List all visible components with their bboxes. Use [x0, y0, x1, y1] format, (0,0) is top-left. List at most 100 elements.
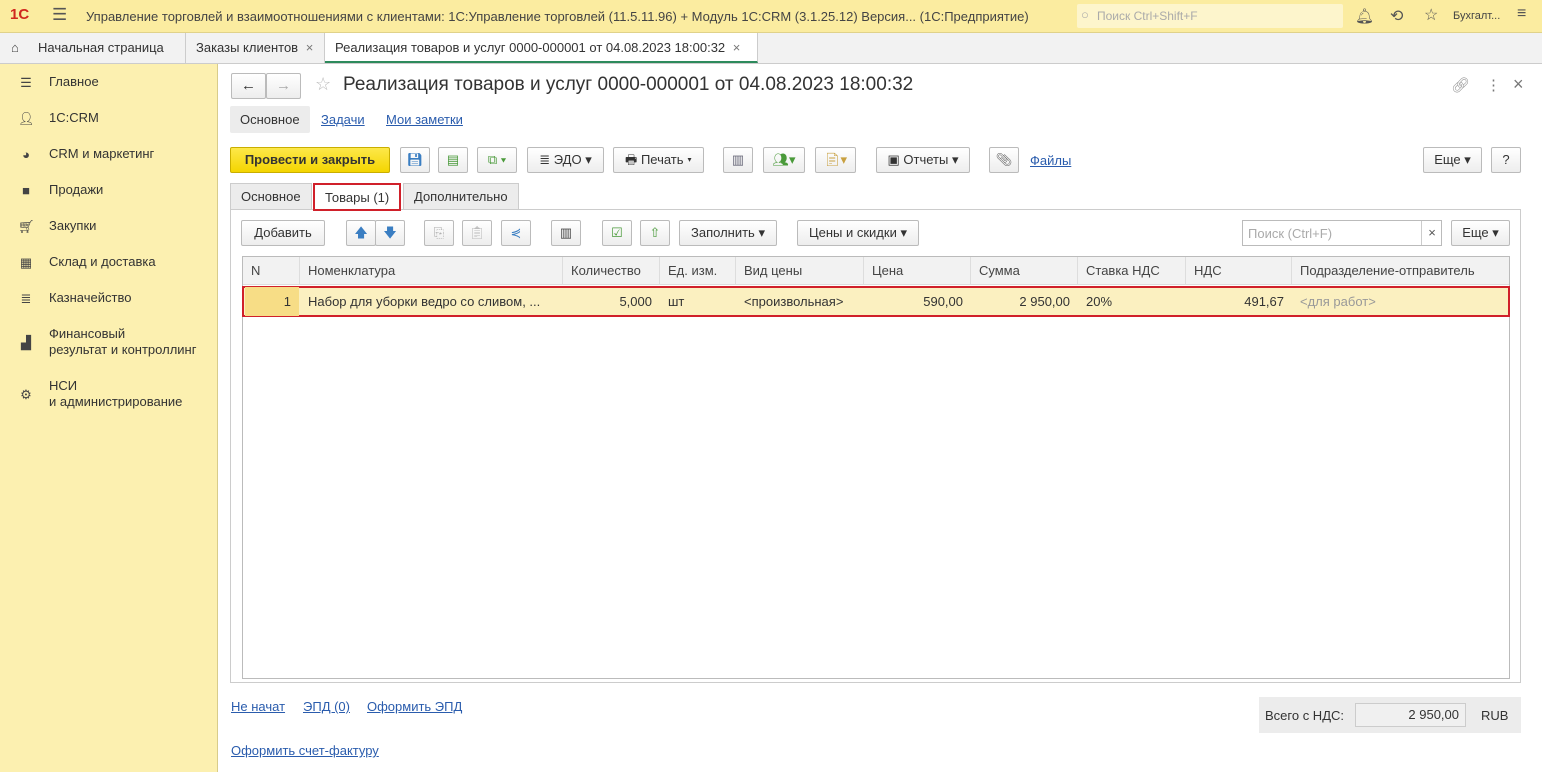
close-icon[interactable]: ×	[306, 40, 314, 55]
cell-vat[interactable]: 491,67	[1186, 287, 1292, 316]
nav-notes[interactable]: Мои заметки	[386, 112, 463, 127]
menu-icon[interactable]: ☰	[52, 5, 67, 25]
close-form-icon[interactable]: ×	[1513, 74, 1524, 95]
epd-link[interactable]: ЭПД (0)	[303, 699, 350, 714]
sidebar-item-label: Продажи	[49, 182, 104, 197]
sidebar-item-crm-marketing[interactable]: ◕ CRM и маркетинг	[0, 146, 217, 162]
post-icon[interactable]: ▤	[438, 147, 468, 173]
search-placeholder: Поиск (Ctrl+F)	[1248, 226, 1333, 241]
sidebar-item-treasury[interactable]: ≣ Казначейство	[0, 290, 217, 306]
col-price-type[interactable]: Вид цены	[736, 257, 864, 285]
cell-price-type[interactable]: <произвольная>	[736, 287, 864, 316]
sidebar-item-finance[interactable]: ▟ Финансовый результат и контроллинг	[0, 326, 217, 358]
forward-button[interactable]: →	[266, 73, 301, 99]
make-epd-link[interactable]: Оформить ЭПД	[367, 699, 462, 714]
col-sum[interactable]: Сумма	[971, 257, 1078, 285]
cell-nomenclature[interactable]: Набор для уборки ведро со сливом, ...	[300, 287, 563, 316]
make-invoice-link[interactable]: Оформить счет-фактуру	[231, 743, 379, 758]
cell-n[interactable]: 1	[245, 287, 299, 316]
tab-customer-orders[interactable]: Заказы клиентов ×	[186, 33, 325, 63]
close-icon[interactable]: ×	[733, 40, 741, 55]
nav-tasks[interactable]: Задачи	[321, 112, 365, 127]
gear-icon: ⚙	[20, 387, 32, 402]
status-link[interactable]: Не начат	[231, 699, 285, 714]
report-icon: ▣	[887, 152, 904, 167]
col-nomenclature[interactable]: Номенклатура	[300, 257, 563, 285]
fill-button[interactable]: Заполнить ▾	[679, 220, 777, 246]
settings-menu-icon[interactable]: ≡	[1517, 5, 1526, 23]
tab-home[interactable]: ⌂ Начальная страница	[0, 33, 186, 63]
attachments-button[interactable]: 📄︎▾	[815, 147, 856, 173]
move-up-icon[interactable]: 🡅	[346, 220, 376, 246]
col-n[interactable]: N	[243, 257, 300, 285]
print-button[interactable]: 🖶︎ Печать ▾	[613, 147, 704, 173]
move-down-icon[interactable]: 🡇	[375, 220, 405, 246]
history-icon[interactable]: ⟲	[1390, 6, 1403, 26]
col-vat[interactable]: НДС	[1186, 257, 1292, 285]
prices-discounts-button[interactable]: Цены и скидки ▾	[797, 220, 919, 246]
pie-chart-icon: ◕	[22, 147, 30, 162]
cell-quantity[interactable]: 5,000	[563, 287, 660, 316]
form-tab-main[interactable]: Основное	[230, 183, 312, 210]
1c-logo[interactable]: 1С	[10, 6, 29, 23]
import-icon[interactable]: ⇧	[640, 220, 670, 246]
add-button[interactable]: Добавить	[241, 220, 325, 246]
sidebar-item-purchases[interactable]: 🛒︎ Закупки	[0, 218, 217, 234]
form-tab-additional[interactable]: Дополнительно	[403, 183, 519, 210]
save-icon[interactable]: 💾︎	[400, 147, 430, 173]
total-value: 2 950,00	[1355, 703, 1466, 727]
nav-main[interactable]: Основное	[230, 106, 310, 133]
star-icon[interactable]: ☆	[1424, 5, 1438, 25]
paste-icon[interactable]: 📋︎	[462, 220, 492, 246]
more-menu-icon[interactable]: ⋮	[1486, 76, 1501, 94]
sidebar-item-label: Казначейство	[49, 290, 132, 305]
more-button[interactable]: Еще ▾	[1423, 147, 1482, 173]
more-label: Еще	[1462, 225, 1489, 240]
col-unit[interactable]: Ед. изм.	[660, 257, 736, 285]
global-search-input[interactable]: ○ Поиск Ctrl+Shift+F	[1077, 4, 1343, 28]
add-users-button[interactable]: 👥︎▾	[763, 147, 805, 173]
sidebar-item-main[interactable]: ☰ Главное	[0, 74, 217, 90]
sidebar-item-admin[interactable]: ⚙ НСИ и администрирование	[0, 378, 217, 410]
back-button[interactable]: ←	[231, 73, 266, 99]
sidebar-item-crm[interactable]: 👤︎ 1С:CRM	[0, 110, 217, 126]
sidebar-item-warehouse[interactable]: ▦ Склад и доставка	[0, 254, 217, 270]
copy-icon[interactable]: ⎘	[424, 220, 454, 246]
cell-sum[interactable]: 2 950,00	[971, 287, 1078, 316]
col-department[interactable]: Подразделение-отправитель	[1292, 257, 1509, 285]
reports-button[interactable]: ▣ Отчеты ▾	[876, 147, 970, 173]
col-price[interactable]: Цена	[864, 257, 971, 285]
edo-button[interactable]: ≣ ЭДО ▾	[527, 147, 604, 173]
check-icon[interactable]: ☑	[602, 220, 632, 246]
col-vat-rate[interactable]: Ставка НДС	[1078, 257, 1186, 285]
create-based-on-button[interactable]: ⧉ ▾	[477, 147, 517, 173]
link-icon[interactable]: 🔗︎	[1451, 76, 1470, 94]
edo-icon: ≣	[539, 152, 554, 167]
paperclip-icon[interactable]: 📎︎	[989, 147, 1019, 173]
cell-unit[interactable]: шт	[660, 287, 736, 316]
clear-search-button[interactable]: ×	[1421, 221, 1442, 245]
col-quantity[interactable]: Количество	[563, 257, 660, 285]
cell-price[interactable]: 590,00	[864, 287, 971, 316]
barcode-icon[interactable]: ▥	[551, 220, 581, 246]
post-and-close-button[interactable]: Провести и закрыть	[230, 147, 390, 173]
user-name[interactable]: Бухгалт...	[1453, 10, 1500, 22]
more-label: Еще	[1434, 152, 1461, 167]
document-journal-icon[interactable]: ▥	[723, 147, 753, 173]
cell-department[interactable]: <для работ>	[1292, 287, 1507, 316]
help-button[interactable]: ?	[1491, 147, 1521, 173]
bag-icon: ■	[22, 183, 30, 198]
total-label: Всего с НДС:	[1265, 708, 1345, 723]
search-icon: ○	[1081, 7, 1089, 22]
table-search-input[interactable]: Поиск (Ctrl+F) ×	[1242, 220, 1442, 246]
bell-icon[interactable]: 🔔︎	[1355, 7, 1374, 25]
cell-vat-rate[interactable]: 20%	[1078, 287, 1186, 316]
tab-sales-document[interactable]: Реализация товаров и услуг 0000-000001 о…	[325, 33, 758, 63]
table-more-button[interactable]: Еще ▾	[1451, 220, 1510, 246]
form-tab-goods[interactable]: Товары (1)	[313, 183, 402, 211]
sidebar-item-sales[interactable]: ■ Продажи	[0, 182, 217, 198]
favorite-star-icon[interactable]: ☆	[315, 74, 331, 95]
split-icon[interactable]: ⋞	[501, 220, 531, 246]
files-link[interactable]: Файлы	[1030, 153, 1071, 168]
edo-label: ЭДО	[553, 152, 582, 167]
